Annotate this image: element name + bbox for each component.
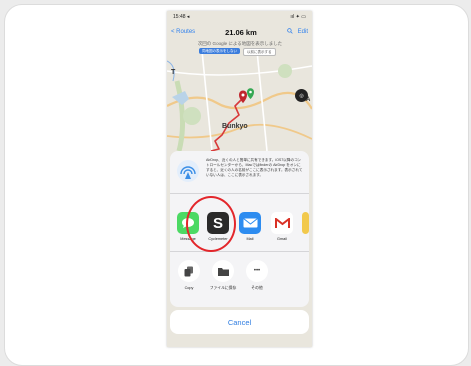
gmail-icon — [271, 212, 293, 234]
airdrop-row[interactable]: AirDrop、近くの人と簡単に共有できます。iOS7以降のコントロールセンター… — [170, 151, 309, 194]
partial-app-icon — [302, 212, 309, 234]
notice-primary-button[interactable]: 同地図の表示をしない — [199, 48, 240, 54]
map-city-label: Bunkyo — [222, 123, 248, 130]
share-app-message[interactable]: Message — [176, 212, 200, 241]
action-label: ファイルに保存 — [209, 286, 237, 290]
cancel-button[interactable]: Cancel — [170, 310, 309, 334]
status-bar: 15:48 ◂ ııl ✦ ▭ — [167, 11, 312, 23]
nav-bar: < Routes 21.06 km Edit — [167, 25, 312, 39]
compass-icon[interactable]: ◎ — [295, 89, 308, 102]
nav-actions: Edit — [286, 28, 308, 36]
back-button[interactable]: < Routes — [171, 29, 195, 35]
share-app-label: Cyclemeter — [208, 237, 228, 241]
phone-screenshot: 15:48 ◂ ııl ✦ ▭ < Routes 21.06 km Edit 次… — [167, 11, 312, 347]
share-app-label: Message — [180, 237, 196, 241]
mail-icon — [239, 212, 261, 234]
share-app-label: Gmail — [277, 237, 287, 241]
cyclemeter-icon: S — [207, 212, 229, 234]
notice-secondary-button[interactable]: 以前に表示する — [243, 48, 276, 56]
share-apps-row: Message S Cyclemeter Mail Gmail — [170, 193, 309, 252]
route-distance-title: 21.06 km — [225, 27, 257, 37]
share-sheet: AirDrop、近くの人と簡単に共有できます。iOS7以降のコントロールセンター… — [170, 151, 309, 307]
status-time: 15:48 ◂ — [173, 14, 190, 20]
message-icon — [177, 212, 199, 234]
share-app-mail[interactable]: Mail — [238, 212, 262, 241]
share-app-label: Mail — [246, 237, 254, 241]
status-indicators: ııl ✦ ▭ — [290, 14, 306, 20]
map-edge-label-left: T — [171, 69, 176, 76]
action-label: Copy — [184, 286, 194, 290]
notice-buttons: 同地図の表示をしない 以前に表示する — [199, 48, 276, 56]
share-app-partial[interactable] — [302, 212, 309, 234]
share-app-gmail[interactable]: Gmail — [270, 212, 294, 241]
copy-icon — [178, 260, 200, 282]
airdrop-description: AirDrop、近くの人と簡単に共有できます。iOS7以降のコントロールセンター… — [206, 158, 303, 177]
action-save-to-files[interactable]: ファイルに保存 — [208, 260, 238, 291]
edit-button[interactable]: Edit — [298, 29, 308, 35]
google-notice: 次回の Google による地図を表示しました — [197, 41, 283, 46]
more-icon: ••• — [246, 260, 268, 282]
action-more[interactable]: ••• その他 — [242, 260, 272, 291]
airdrop-icon — [177, 160, 199, 182]
share-actions-row: Copy ファイルに保存 ••• その他 — [170, 251, 309, 307]
action-label: その他 — [251, 286, 263, 290]
share-app-cyclemeter[interactable]: S Cyclemeter — [206, 212, 230, 241]
folder-icon — [212, 260, 234, 282]
search-icon[interactable] — [286, 28, 293, 36]
action-copy[interactable]: Copy — [174, 260, 204, 290]
